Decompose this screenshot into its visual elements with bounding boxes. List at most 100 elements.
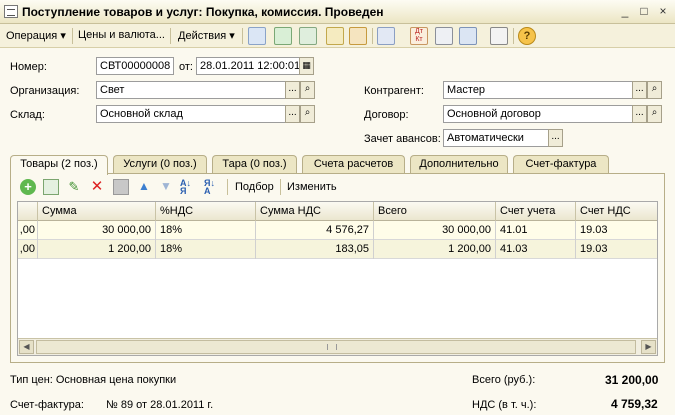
organization-select-button[interactable]: ...	[285, 81, 300, 99]
sort-descending-icon[interactable]: Я↓ A	[204, 179, 220, 196]
column-header[interactable]	[18, 202, 38, 221]
contract-select-button[interactable]: ...	[632, 105, 647, 123]
move-down-icon[interactable]: ▼	[158, 179, 174, 195]
move-up-icon[interactable]: ▲	[136, 179, 152, 195]
organization-open-icon[interactable]: ⌕	[300, 81, 315, 99]
tab-additional[interactable]: Дополнительно	[410, 155, 508, 174]
number-field[interactable]: СВТ00000008	[96, 57, 174, 75]
horizontal-scrollbar[interactable]: ◀ ▶	[18, 338, 657, 355]
edit-icon[interactable]: ✎	[66, 179, 82, 195]
add-icon[interactable]: +	[20, 179, 36, 195]
unpost-icon[interactable]	[349, 27, 367, 45]
advance-field[interactable]: Автоматически	[443, 129, 549, 147]
contractor-open-icon[interactable]: ⌕	[647, 81, 662, 99]
toolbar-separator	[170, 28, 171, 44]
contract-open-icon[interactable]: ⌕	[647, 105, 662, 123]
based-on-icon[interactable]	[377, 27, 395, 45]
column-header-vat-rate[interactable]: %НДС	[156, 202, 256, 221]
goods-table: Сумма %НДС Сумма НДС Всего Счет учета Сч…	[17, 201, 658, 356]
warehouse-field[interactable]: Основной склад	[96, 105, 286, 123]
delete-icon[interactable]: ✕	[89, 179, 105, 195]
number-label: Номер:	[10, 61, 47, 73]
warehouse-select-button[interactable]: ...	[285, 105, 300, 123]
warehouse-label: Склад:	[10, 109, 45, 121]
toolbar-separator	[372, 28, 373, 44]
prices-button[interactable]: Цены и валюта...	[78, 29, 165, 41]
close-button[interactable]: ×	[655, 4, 671, 19]
structure-icon[interactable]	[459, 27, 477, 45]
table-cell[interactable]: 30 000,00	[38, 221, 156, 240]
table-cell[interactable]: 4 576,27	[256, 221, 374, 240]
table-row[interactable]: ,00 1 200,00 18% 183,05 1 200,00 41.03 1…	[18, 240, 657, 259]
debit-credit-icon[interactable]: Дт Кт	[410, 27, 428, 45]
operation-menu[interactable]: Операция ▾	[6, 29, 66, 42]
vat-value: 4 759,32	[611, 397, 658, 411]
move-to-icon[interactable]	[248, 27, 266, 45]
table-cell[interactable]: 19.03	[576, 240, 657, 259]
toolbar-separator	[280, 179, 281, 195]
maximize-button[interactable]: □	[636, 4, 652, 19]
total-value: 31 200,00	[605, 373, 659, 387]
contractor-field[interactable]: Мастер	[443, 81, 633, 99]
warehouse-open-icon[interactable]: ⌕	[300, 105, 315, 123]
title-bar: Поступление товаров и услуг: Покупка, ко…	[0, 0, 675, 24]
date-field[interactable]: 28.01.2011 12:00:01	[196, 57, 300, 75]
toolbar-separator	[242, 28, 243, 44]
window-title: Поступление товаров и услуг: Покупка, ко…	[22, 5, 384, 19]
toolbar-separator	[227, 179, 228, 195]
contract-label: Договор:	[364, 109, 409, 121]
total-label: Всего (руб.):	[472, 374, 536, 386]
contractor-label: Контрагент:	[364, 85, 424, 97]
scroll-right-icon[interactable]: ▶	[641, 340, 656, 354]
goods-panel: + ✎ ✕ ▲ ▼ A↓ Я Я↓ A Подбор Изменить Сумма …	[10, 173, 665, 363]
table-cell[interactable]: 18%	[156, 240, 256, 259]
table-cell[interactable]: 19.03	[576, 221, 657, 240]
main-toolbar: Операция ▾ Цены и валюта... Действия ▾ Д…	[0, 24, 675, 48]
price-type-label[interactable]: Тип цен: Основная цена покупки	[10, 374, 176, 386]
table-row[interactable]: ,00 30 000,00 18% 4 576,27 30 000,00 41.…	[18, 221, 657, 240]
organization-field[interactable]: Свет	[96, 81, 286, 99]
tab-containers[interactable]: Тара (0 поз.)	[212, 155, 297, 174]
scroll-thumb[interactable]	[36, 340, 636, 354]
table-cell[interactable]: 1 200,00	[38, 240, 156, 259]
advance-select-button[interactable]: ...	[548, 129, 563, 147]
end-edit-icon[interactable]	[113, 179, 129, 195]
table-cell[interactable]: 41.01	[496, 221, 576, 240]
table-cell[interactable]: ,00	[18, 221, 38, 240]
column-header-sum[interactable]: Сумма	[38, 202, 156, 221]
copy-row-icon[interactable]	[43, 179, 59, 195]
column-header-account[interactable]: Счет учета	[496, 202, 576, 221]
report-icon[interactable]	[435, 27, 453, 45]
list-icon[interactable]	[490, 27, 508, 45]
table-cell[interactable]: ,00	[18, 240, 38, 259]
table-cell[interactable]: 183,05	[256, 240, 374, 259]
post-icon[interactable]	[326, 27, 344, 45]
column-header-total[interactable]: Всего	[374, 202, 496, 221]
copy-icon[interactable]	[299, 27, 317, 45]
advance-label: Зачет авансов:	[364, 133, 441, 145]
help-icon[interactable]: ?	[518, 27, 536, 45]
minimize-button[interactable]: _	[617, 4, 633, 19]
organization-label: Организация:	[10, 85, 80, 97]
vat-label: НДС (в т. ч.):	[472, 399, 537, 411]
invoice-link[interactable]: № 89 от 28.01.2011 г.	[106, 399, 213, 411]
column-header-vat-account[interactable]: Счет НДС	[576, 202, 657, 221]
tab-services[interactable]: Услуги (0 поз.)	[113, 155, 207, 174]
contractor-select-button[interactable]: ...	[632, 81, 647, 99]
scroll-left-icon[interactable]: ◀	[19, 340, 34, 354]
table-cell[interactable]: 30 000,00	[374, 221, 496, 240]
contract-field[interactable]: Основной договор	[443, 105, 633, 123]
change-button[interactable]: Изменить	[287, 181, 337, 193]
sort-ascending-icon[interactable]: A↓ Я	[180, 179, 196, 196]
selection-button[interactable]: Подбор	[235, 181, 274, 193]
table-cell[interactable]: 1 200,00	[374, 240, 496, 259]
tab-goods[interactable]: Товары (2 поз.)	[10, 155, 108, 175]
table-cell[interactable]: 18%	[156, 221, 256, 240]
refresh-icon[interactable]	[274, 27, 292, 45]
column-header-vat-sum[interactable]: Сумма НДС	[256, 202, 374, 221]
actions-menu[interactable]: Действия ▾	[178, 29, 235, 42]
tab-settlement-accounts[interactable]: Счета расчетов	[302, 155, 405, 174]
calendar-icon[interactable]: ▦	[299, 57, 314, 75]
table-cell[interactable]: 41.03	[496, 240, 576, 259]
tab-invoice[interactable]: Счет-фактура	[513, 155, 609, 174]
